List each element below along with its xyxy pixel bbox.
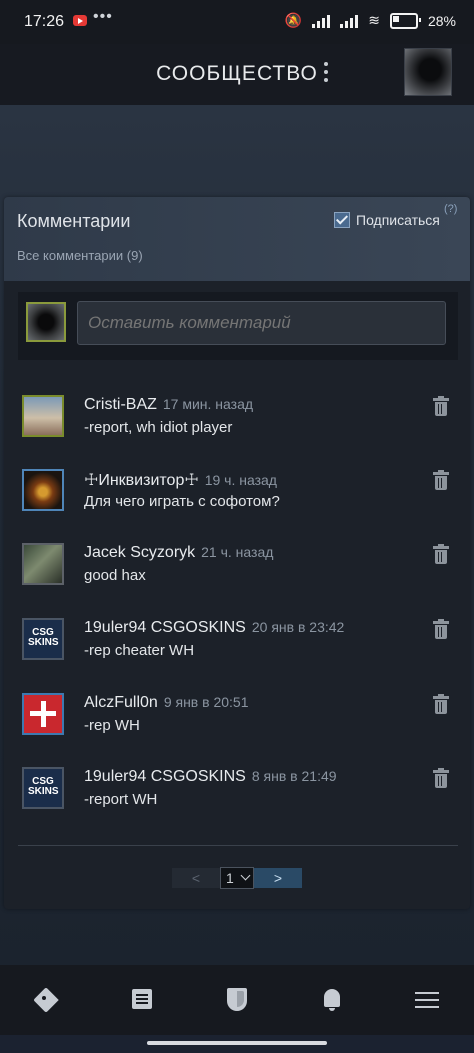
subscribe-toggle[interactable]: Подписаться (334, 212, 440, 228)
comment-text: -report, wh idiot player (84, 419, 233, 436)
bottom-nav (0, 965, 474, 1035)
comment-author[interactable]: Jacek Scyzoryk (84, 544, 195, 561)
delete-icon[interactable] (432, 396, 450, 417)
prev-page-button[interactable]: < (172, 868, 220, 888)
page-title: СООБЩЕСТВО (156, 62, 318, 85)
subscribe-checkbox[interactable] (334, 212, 350, 228)
comment-item: AlczFull0n 9 янв в 20:51 -rep WH (22, 693, 462, 753)
more-options-icon[interactable] (320, 62, 332, 86)
signal-icon (312, 14, 331, 28)
comment-text: -rep WH (84, 717, 140, 734)
battery-percent: 28% (427, 12, 456, 29)
notification-dots: ••• (93, 8, 113, 25)
comment-input[interactable] (77, 301, 446, 345)
divider (18, 845, 458, 846)
mute-icon: 🔕 (284, 12, 303, 28)
commenter-avatar[interactable] (22, 469, 64, 511)
comment-text: Для чего играть с софотом? (84, 493, 280, 510)
comment-item: CSG SKINS 19uler94 CSGOSKINS 8 янв в 21:4… (22, 767, 462, 827)
commenter-avatar[interactable] (22, 395, 64, 437)
delete-icon[interactable] (432, 544, 450, 565)
help-link[interactable]: (?) (444, 203, 457, 215)
comment-time: 9 янв в 20:51 (163, 694, 249, 710)
compose-avatar (26, 302, 66, 342)
comment-time: 19 ч. назад (204, 472, 277, 488)
current-page: 1 (226, 870, 234, 886)
status-time: 17:26 (24, 13, 65, 30)
comment-item: Jacek Scyzoryk 21 ч. назад good hax (22, 543, 462, 603)
comment-author[interactable]: Cristi-BAZ (84, 396, 157, 413)
app-header: СООБЩЕСТВО (0, 44, 474, 105)
tag-icon[interactable] (34, 987, 62, 1013)
commenter-avatar[interactable] (22, 693, 64, 735)
comment-author[interactable]: ☩Инквизитор☩ (84, 472, 199, 489)
menu-icon[interactable] (414, 987, 442, 1013)
comment-text: -rep cheater WH (84, 642, 195, 659)
user-avatar[interactable] (404, 48, 452, 96)
compose-area (18, 292, 458, 360)
news-icon[interactable] (130, 987, 158, 1013)
avatar-text: CSG SKINS (28, 776, 59, 797)
status-bar: 17:26 ••• 🔕 ≋ 28% (0, 0, 474, 44)
comments-title: Комментарии (17, 211, 131, 231)
commenter-avatar[interactable] (22, 543, 64, 585)
home-indicator[interactable] (147, 1041, 327, 1045)
youtube-icon (73, 15, 87, 26)
next-page-button[interactable]: > (254, 868, 302, 888)
commenter-avatar[interactable]: CSG SKINS (22, 767, 64, 809)
page-select[interactable]: 1 (220, 867, 254, 889)
comment-time: 21 ч. назад (201, 544, 274, 560)
comment-text: -report WH (84, 791, 158, 808)
avatar-text: CSG SKINS (28, 627, 59, 648)
comment-time: 8 янв в 21:49 (251, 768, 337, 784)
delete-icon[interactable] (432, 470, 450, 491)
comment-author[interactable]: 19uler94 CSGOSKINS (84, 768, 246, 785)
subscribe-label: Подписаться (356, 212, 440, 228)
commenter-avatar[interactable]: CSG SKINS (22, 618, 64, 660)
comment-time: 20 янв в 23:42 (251, 619, 345, 635)
comment-author[interactable]: AlczFull0n (84, 694, 158, 711)
comments-panel: Комментарии Все комментарии (9) Подписат… (4, 197, 470, 909)
all-comments-link[interactable]: Все комментарии (9) (17, 248, 143, 263)
chevron-down-icon (240, 870, 251, 881)
wifi-icon: ≋ (368, 12, 380, 28)
delete-icon[interactable] (432, 694, 450, 715)
comments-header: Комментарии Все комментарии (9) Подписат… (4, 197, 470, 281)
delete-icon[interactable] (432, 619, 450, 640)
pagination: < 1 > (172, 867, 302, 889)
shield-icon[interactable] (224, 987, 252, 1013)
battery-icon (389, 12, 421, 29)
delete-icon[interactable] (432, 768, 450, 789)
cross-icon (30, 701, 56, 727)
comment-item: Cristi-BAZ 17 мин. назад -report, wh idio… (22, 395, 462, 455)
comment-item: CSG SKINS 19uler94 CSGOSKINS 20 янв в 23:… (22, 618, 462, 678)
signal-icon-2 (340, 14, 359, 28)
comment-text: good hax (84, 567, 146, 584)
bell-icon[interactable] (319, 987, 347, 1013)
comment-time: 17 мин. назад (162, 396, 254, 412)
comment-author[interactable]: 19uler94 CSGOSKINS (84, 619, 246, 636)
status-icons: 🔕 ≋ 28% (285, 12, 456, 29)
comment-item: ☩Инквизитор☩ 19 ч. назад Для чего играть … (22, 469, 462, 529)
